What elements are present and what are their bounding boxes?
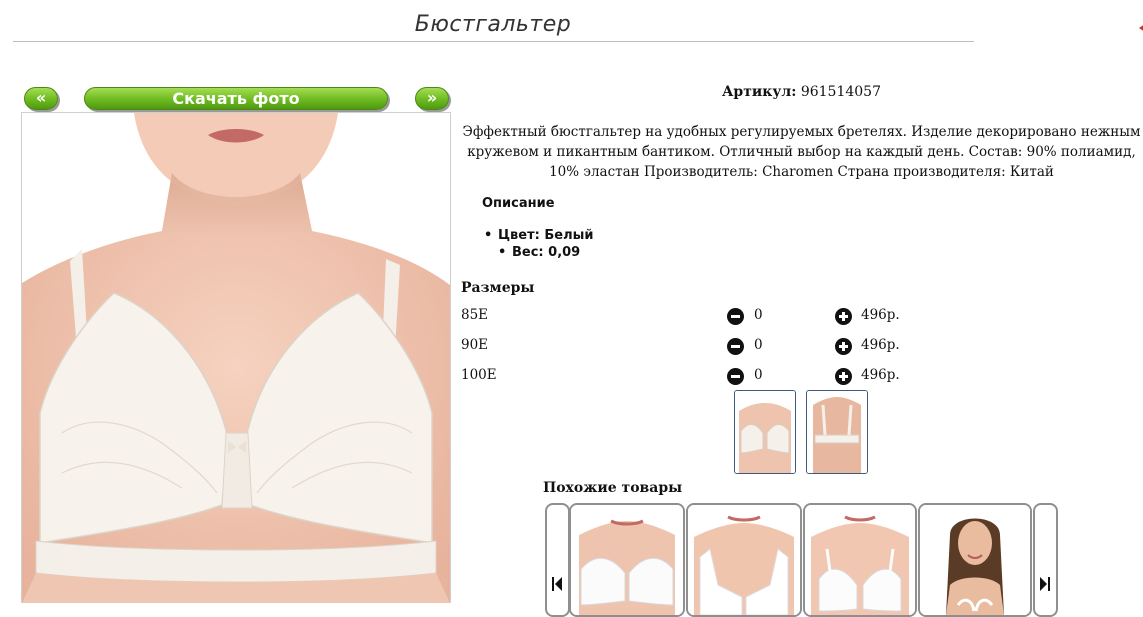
next-photo-button[interactable]: » [415,87,449,110]
photo-thumbnail-back[interactable] [806,390,868,474]
skip-back-icon [552,577,562,591]
sizes-heading: Размеры [461,280,535,296]
title-divider [13,41,974,42]
similar-products-heading: Похожие товары [543,480,683,496]
minus-circle-icon[interactable] [727,308,744,325]
skip-forward-icon [1040,577,1050,591]
prev-photo-button[interactable]: « [24,87,58,110]
attribute-color: Цвет: Белый [484,227,593,244]
minus-circle-icon[interactable] [727,368,744,385]
size-label: 85E [461,307,489,323]
size-price: 496р. [861,337,900,353]
size-label: 100E [461,367,497,383]
minus-circle-icon[interactable] [727,338,744,355]
similar-product-card[interactable] [569,503,685,617]
similar-product-card[interactable] [918,503,1032,617]
plus-circle-icon[interactable] [835,338,852,355]
description-heading: Описание [482,196,555,211]
carousel-prev-button[interactable] [545,503,570,617]
product-description: Эффектный бюстгальтер на удобных регулир… [462,124,1141,180]
attributes-list: Цвет: Белый Вес: 0,09 [484,227,593,261]
close-icon[interactable] [1137,16,1143,40]
size-price: 496р. [861,307,900,323]
photo-thumbnail-front[interactable] [734,390,796,474]
product-sku: Артикул: 961514057 [460,84,1143,100]
quantity-value: 0 [754,337,763,353]
similar-product-card[interactable] [686,503,802,617]
quantity-value: 0 [754,367,763,383]
plus-circle-icon[interactable] [835,308,852,325]
sku-label: Артикул: [722,84,797,100]
size-row: 90E 0 496р. [461,337,921,359]
carousel-next-button[interactable] [1033,503,1058,617]
download-photo-button[interactable]: Скачать фото [84,87,388,110]
main-product-photo[interactable] [21,112,451,603]
size-row: 85E 0 496р. [461,307,921,329]
size-row: 100E 0 496р. [461,367,921,389]
page-title: Бюстгальтер [414,12,572,37]
attribute-weight: Вес: 0,09 [498,244,593,261]
sku-value: 961514057 [800,84,881,100]
quantity-value: 0 [754,307,763,323]
size-price: 496р. [861,367,900,383]
plus-circle-icon[interactable] [835,368,852,385]
size-label: 90E [461,337,489,353]
similar-product-card[interactable] [803,503,917,617]
